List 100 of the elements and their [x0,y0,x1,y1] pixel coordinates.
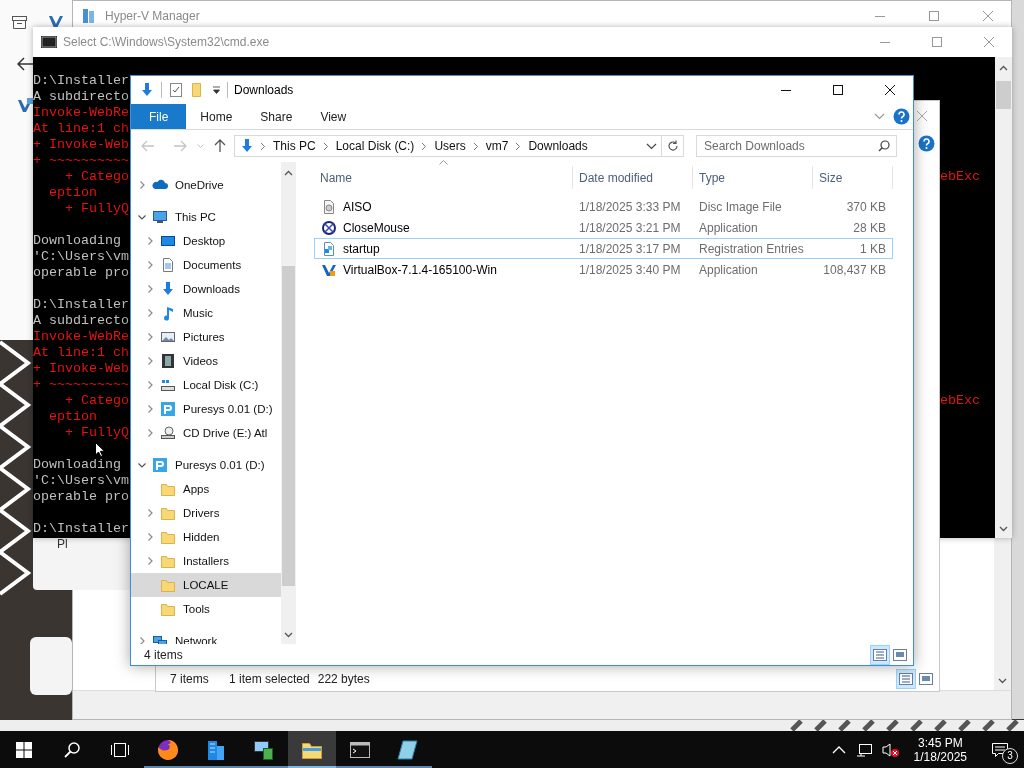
close-icon [983,11,993,21]
muted-speaker-icon [881,741,900,758]
nav-item[interactable]: Installers [131,549,281,573]
scrollbar-thumb[interactable] [996,81,1011,109]
clock[interactable]: 3:45 PM 1/18/2025 [904,731,976,768]
ribbon-tab[interactable]: File [131,104,187,129]
preview-view-icon [893,648,907,661]
nav-item[interactable]: Music [131,301,281,325]
address-bar[interactable]: This PC Local Disk (C:) Users vm7 Downloads [234,135,662,157]
folder-icon [160,481,176,497]
file-date: 1/18/2025 3:33 PM [578,199,682,214]
breadcrumb[interactable]: This PC [271,139,318,153]
clock-time: 3:45 PM [917,735,963,750]
app-icon [321,219,337,236]
file-date: 1/18/2025 3:17 PM [578,241,682,256]
logo-icon [160,401,176,417]
search-icon [878,140,890,152]
column-header[interactable]: Name [314,166,573,189]
ribbon-tab[interactable]: Share [246,104,307,129]
nav-item[interactable]: This PC [131,205,281,229]
chevron-down-icon [197,143,204,149]
nav-item[interactable]: Pictures [131,325,281,349]
file-size: 370 KB [845,199,887,214]
file-row[interactable]: AISO 1/18/2025 3:33 PM Disc Image File 370 KB [314,196,893,217]
close-icon[interactable] [917,111,927,121]
nav-item[interactable]: Apps [131,477,281,501]
maximize-icon [833,85,843,95]
console-line: + Catego [64,393,129,408]
up-button[interactable] [212,137,228,155]
file-row[interactable]: startup 1/18/2025 3:17 PM Registration Entries 1 KB [314,238,893,259]
file-name: VirtualBox-7.1.4-165100-Win [343,262,497,277]
ribbon-tab[interactable]: Home [186,104,247,129]
console-line: A subdirecto [33,313,129,328]
properties-icon[interactable] [168,82,184,98]
selection-info: 1 item selected [229,671,310,686]
scrollbar-thumb[interactable] [282,266,295,586]
folder-icon [160,577,176,593]
breadcrumb[interactable]: Downloads [526,139,590,153]
notepad-icon [396,737,420,762]
disc-file-icon [321,198,337,215]
nav-item[interactable]: Drivers [131,501,281,525]
app-icon [17,97,34,114]
console-line: + Invoke-Web [33,361,129,376]
nav-item[interactable]: Puresys 0.01 (D:) [131,453,281,477]
help-icon[interactable] [893,108,910,125]
close-icon [885,85,895,95]
forward-button[interactable] [171,138,189,154]
console-text: ebExc [940,393,980,409]
nav-item[interactable]: OneDrive [131,173,281,197]
scrollbar[interactable] [281,162,296,644]
notification-badge: 3 [1002,748,1018,764]
file-row[interactable]: CloseMouse 1/18/2025 3:21 PM Application 28 KB [314,217,893,238]
file-type: Application [698,220,759,235]
view-button[interactable] [896,668,916,689]
console-line: 'C:\Users\vm [33,249,129,264]
file-row[interactable]: VirtualBox-7.1.4-165100-Win 1/18/2025 3:40 PM Application 108,437 KB [314,259,893,280]
download-icon[interactable] [139,82,155,98]
breadcrumb[interactable]: Users [432,139,468,153]
view-button[interactable] [870,644,890,665]
chevron-down-icon[interactable] [646,142,657,150]
monitor-icon [160,233,176,249]
search-field[interactable]: Search Downloads [696,135,897,157]
browser-icon [156,737,180,762]
scrollbar[interactable] [995,57,1012,538]
nav-item[interactable]: Puresys 0.01 (D:) [131,397,281,421]
taskbar-app[interactable] [288,731,336,768]
nav-item[interactable]: Documents [131,253,281,277]
column-header[interactable]: Date modified [573,166,693,189]
back-button[interactable] [139,138,157,154]
nav-item[interactable]: Desktop [131,229,281,253]
nav-item[interactable]: CD Drive (E:) Atl [131,421,281,445]
console-line: Downloading [33,457,121,472]
nav-item[interactable]: Downloads [131,277,281,301]
file-name: CloseMouse [343,220,410,235]
chevron-up-icon [999,65,1008,71]
nav-item[interactable]: LOCALE [131,573,281,597]
nav-item[interactable]: Tools [131,597,281,621]
forward-arrow-icon [173,140,187,152]
refresh-button[interactable] [662,135,684,157]
column-header[interactable]: Size [813,166,893,189]
back-arrow-icon[interactable] [17,57,34,71]
ribbon-tab[interactable]: View [306,104,361,129]
breadcrumb[interactable]: vm7 [483,139,511,153]
column-header[interactable]: Type [693,166,813,189]
film-icon [160,353,176,369]
nav-item[interactable]: Hidden [131,525,281,549]
refresh-icon [666,140,679,152]
notification-button[interactable]: 3 [976,731,1024,768]
nav-item[interactable]: Videos [131,349,281,373]
caret-icon[interactable] [212,86,221,94]
nav-item[interactable]: Local Disk (C:) [131,373,281,397]
recent-locations-button[interactable] [195,141,206,151]
breadcrumb[interactable]: Local Disk (C:) [333,139,417,153]
close-icon [984,37,994,47]
up-arrow-icon [214,139,226,153]
scrollbar[interactable] [994,538,1011,690]
help-icon[interactable] [918,135,935,152]
details-view-icon [873,648,887,661]
file-type: Application [698,262,759,277]
console-line: A subdirecto [33,89,129,104]
